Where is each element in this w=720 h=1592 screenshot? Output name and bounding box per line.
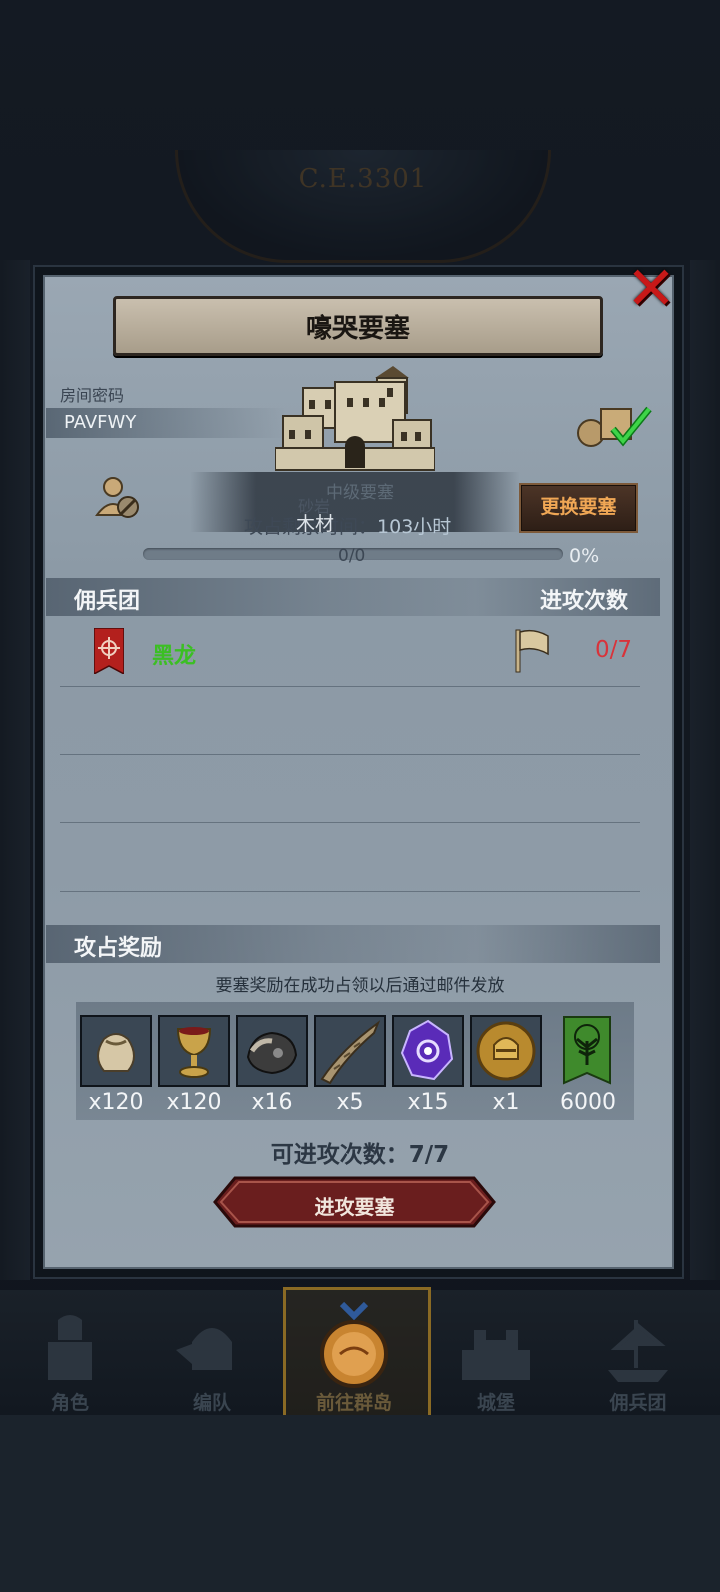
reward-slot[interactable]: [470, 1015, 542, 1087]
reward-note: 要塞奖励在成功占领以后通过邮件发放: [215, 976, 505, 996]
ship-icon: [608, 1320, 668, 1382]
supplies-check-icon: [577, 406, 652, 447]
attack-flag-icon: [515, 629, 549, 673]
reward-slot[interactable]: [314, 1015, 386, 1087]
tree-banner-icon: [563, 1016, 611, 1085]
attack-count-header: 进攻次数: [540, 589, 629, 614]
reward-quantity: x120: [166, 1090, 222, 1115]
reward-slot[interactable]: [236, 1015, 308, 1087]
attack-button-label: 进攻要塞: [314, 1195, 395, 1219]
goblet-icon: [160, 1017, 228, 1085]
row-divider: [60, 686, 640, 687]
progress-percent: 0%: [569, 545, 600, 567]
mercenary-name[interactable]: 黑龙: [152, 638, 196, 670]
reward-slot[interactable]: [158, 1015, 230, 1087]
helmet-icon: [176, 1328, 232, 1370]
occupy-time-value: 103小时: [377, 516, 452, 538]
nav-label-mercenary: 佣兵团: [609, 1392, 667, 1414]
nav-label-go-to-islands: 前往群岛: [315, 1392, 392, 1414]
reward-slot[interactable]: [392, 1015, 464, 1087]
room-code: PAVFWY: [64, 412, 137, 433]
reward-quantity: x5: [336, 1090, 364, 1115]
nav-label-character: 角色: [50, 1392, 89, 1414]
progress-count: 0/0: [338, 546, 366, 566]
compass-icon: [320, 1301, 388, 1388]
mercenary-attack-count: 0/7: [595, 637, 633, 663]
occupy-time: 攻占剩余时间：103小时: [244, 512, 451, 539]
sack-icon: [82, 1017, 150, 1085]
purple-crystal-icon: [394, 1017, 462, 1085]
reward-header: 攻占奖励: [74, 936, 163, 961]
knight-icon: [48, 1315, 92, 1380]
reward-slot[interactable]: [562, 1015, 634, 1087]
mercenary-header: 佣兵团: [74, 589, 141, 614]
close-x-icon[interactable]: ✕: [622, 259, 680, 319]
reward-quantity: x120: [88, 1090, 144, 1115]
reward-quantity: x16: [251, 1090, 293, 1115]
horn-icon: [316, 1017, 384, 1085]
row-divider: [60, 891, 640, 892]
dialog-title: 嚎哭要塞: [305, 314, 410, 344]
nav-label-formation: 编队: [192, 1392, 231, 1414]
reward-quantity: 6000: [560, 1090, 616, 1115]
reward-quantity: x1: [492, 1090, 520, 1115]
ore-icon: [238, 1017, 306, 1085]
reward-slot[interactable]: [80, 1015, 152, 1087]
room-password-label: 房间密码: [60, 386, 125, 405]
change-fortress-button[interactable]: 更换要塞: [519, 483, 638, 533]
castle-icon: [462, 1330, 530, 1380]
red-guild-banner-icon: [94, 628, 124, 674]
knight-helmet-medal-icon: [472, 1017, 540, 1085]
row-divider: [60, 754, 640, 755]
fortress-castle-icon: [275, 366, 435, 471]
attack-available: 可进攻次数：7/7: [270, 1142, 450, 1168]
title-banner: 嚎哭要塞: [113, 296, 603, 356]
no-members-icon: [95, 477, 139, 518]
row-divider: [60, 822, 640, 823]
attack-fortress-button[interactable]: 进攻要塞: [213, 1176, 496, 1228]
reward-quantity: x15: [407, 1090, 449, 1115]
resource-wood-label: 木材: [296, 513, 335, 535]
bottom-blank-area: [0, 1415, 720, 1592]
nav-label-castle: 城堡: [476, 1392, 515, 1414]
